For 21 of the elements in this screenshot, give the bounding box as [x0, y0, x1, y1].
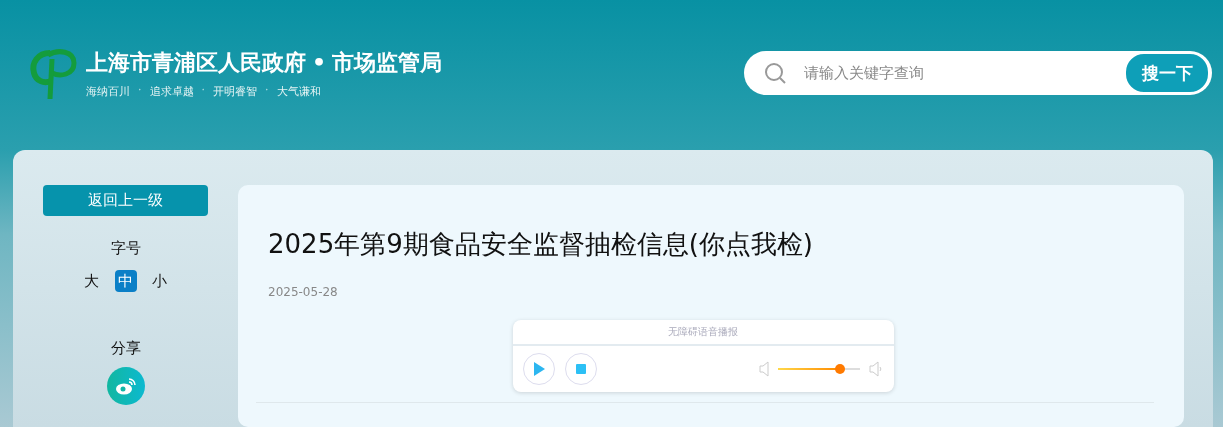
department-name: 市场监管局	[332, 48, 443, 77]
slogan-dot: ·	[265, 83, 269, 99]
site-title: 上海市青浦区人民政府	[86, 48, 306, 77]
search-button[interactable]: 搜一下	[1124, 52, 1210, 94]
article-title: 2025年第9期食品安全监督抽检信息(你点我检)	[268, 228, 814, 261]
slogan: 大气谦和	[276, 83, 321, 99]
search-field[interactable]: 请输入关键字查询 搜一下	[744, 51, 1212, 95]
font-size-option[interactable]: 小	[148, 270, 171, 292]
player-title: 无障碍语音播报	[512, 320, 894, 346]
font-size-option[interactable]: 中	[114, 270, 137, 292]
slogan: 开明睿智	[213, 83, 257, 99]
article-date: 2025-05-28	[268, 285, 338, 299]
slogan-dot: ·	[138, 83, 142, 99]
font-size-option[interactable]: 大	[80, 270, 103, 292]
font-size-label: 字号	[110, 239, 141, 258]
back-button[interactable]: 返回上一级	[43, 185, 208, 216]
slogan: 追求卓越	[149, 83, 194, 99]
slogan: 海纳百川	[86, 83, 130, 99]
title-separator: •	[312, 50, 327, 75]
share-label: 分享	[110, 339, 141, 358]
slogan-dot: ·	[201, 83, 205, 99]
